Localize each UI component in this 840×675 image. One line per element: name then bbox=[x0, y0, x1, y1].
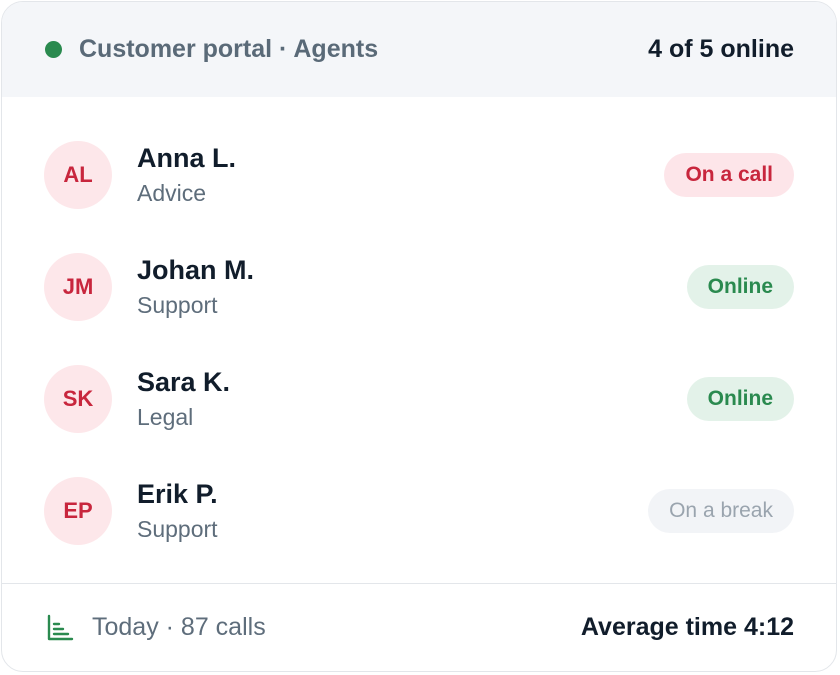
agent-name: Sara K. bbox=[137, 367, 231, 397]
agent-name: Johan M. bbox=[137, 255, 255, 285]
footer-stats-group: Today · 87 calls bbox=[46, 613, 266, 642]
daily-call-stats: Today · 87 calls bbox=[92, 613, 266, 641]
status-badge: Online bbox=[686, 265, 794, 309]
agent-role: Support bbox=[137, 292, 218, 318]
agent-row[interactable]: JM Johan M. Support Online bbox=[2, 209, 836, 321]
agent-name: Erik P. bbox=[137, 479, 218, 509]
card-header: Customer portal · Agents 4 of 5 online bbox=[2, 2, 836, 97]
online-count: 4 of 5 online bbox=[648, 35, 794, 63]
online-status-dot bbox=[45, 41, 62, 58]
agents-card: Customer portal · Agents 4 of 5 online A… bbox=[1, 1, 837, 672]
card-footer: Today · 87 calls Average time 4:12 bbox=[2, 583, 836, 671]
header-title: Customer portal · Agents bbox=[79, 35, 379, 63]
bar-chart-icon bbox=[47, 614, 74, 640]
avatar: JM bbox=[44, 253, 112, 321]
agent-row[interactable]: EP Erik P. Support On a break bbox=[2, 433, 836, 545]
status-badge: On a call bbox=[664, 153, 794, 197]
average-time: Average time 4:12 bbox=[580, 613, 794, 641]
avatar: EP bbox=[44, 477, 112, 545]
header-title-group: Customer portal · Agents bbox=[45, 35, 378, 64]
agent-role: Legal bbox=[137, 404, 194, 430]
avatar: AL bbox=[44, 141, 112, 209]
agent-role: Advice bbox=[137, 180, 207, 206]
agent-role: Support bbox=[137, 516, 218, 542]
status-badge: Online bbox=[686, 377, 794, 421]
agent-row[interactable]: AL Anna L. Advice On a call bbox=[2, 97, 836, 209]
status-badge: On a break bbox=[648, 489, 794, 533]
agent-name: Anna L. bbox=[137, 143, 236, 173]
avatar: SK bbox=[44, 365, 112, 433]
agent-row[interactable]: SK Sara K. Legal Online bbox=[2, 321, 836, 433]
